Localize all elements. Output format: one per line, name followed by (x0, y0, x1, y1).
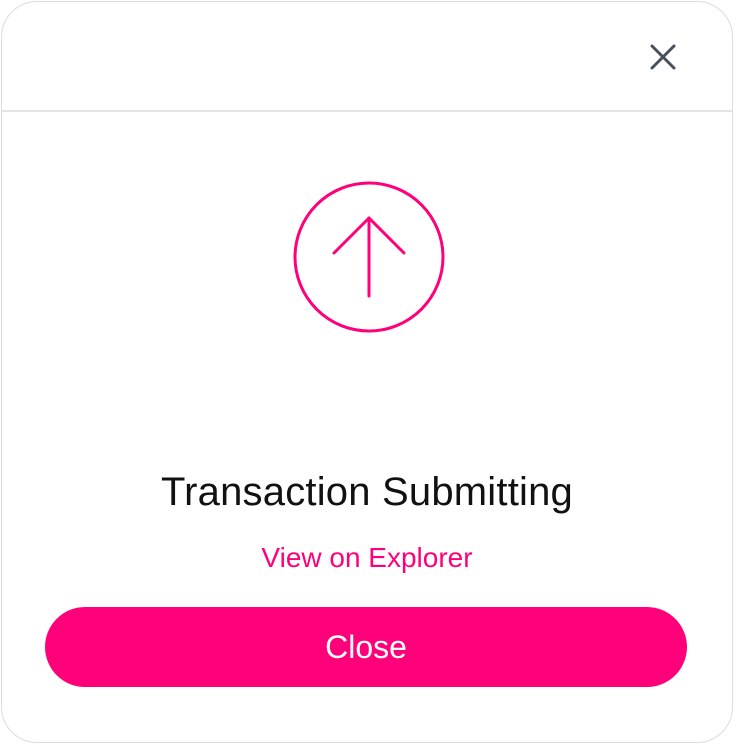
arrow-up-circle-icon (292, 180, 446, 334)
transaction-modal: Transaction Submitting View on Explorer … (1, 1, 733, 743)
modal-header (2, 2, 732, 112)
close-icon-glyph (650, 44, 676, 70)
view-on-explorer-link[interactable]: View on Explorer (2, 538, 732, 578)
close-button[interactable]: Close (45, 607, 687, 687)
close-icon[interactable] (646, 40, 680, 74)
modal-title: Transaction Submitting (161, 470, 573, 514)
